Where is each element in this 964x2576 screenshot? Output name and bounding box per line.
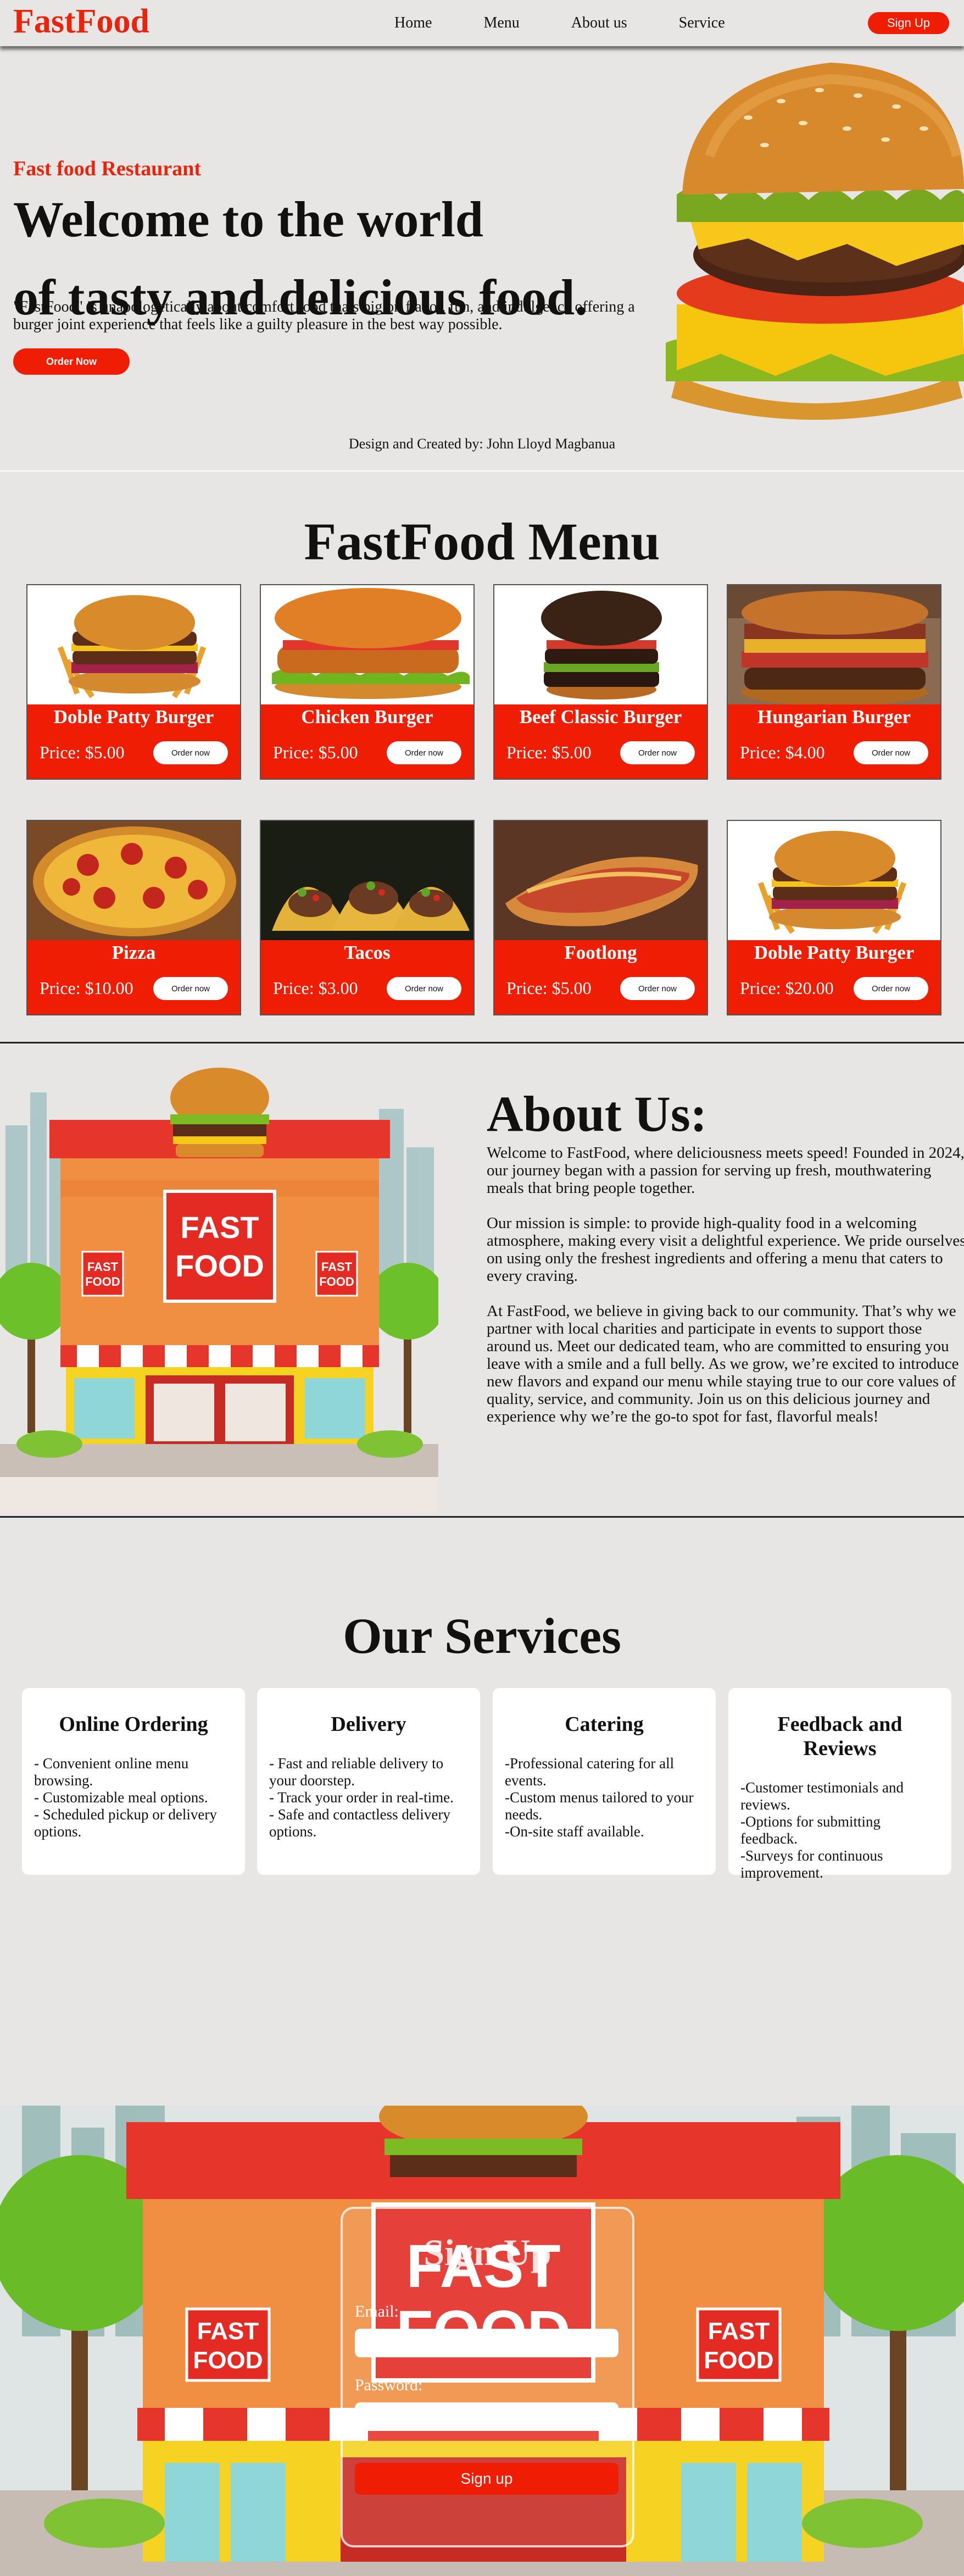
order-now-button[interactable]: Order now [387, 741, 461, 764]
about-paragraph: At FastFood, we believe in giving back t… [487, 1302, 959, 1425]
order-now-button[interactable]: Order now [854, 977, 928, 1000]
password-field[interactable] [355, 2402, 618, 2431]
nav-link-about[interactable]: About us [571, 14, 627, 32]
password-label: Password: [355, 2376, 423, 2394]
menu-item-price: Price: $20.00 [740, 978, 834, 998]
menu-item-price: Price: $4.00 [740, 742, 825, 762]
menu-item-card: Beef Classic Burger Price: $5.00 Order now [493, 584, 708, 780]
hero-subtitle: Fast food Restaurant [13, 157, 201, 180]
about-paragraph: Our mission is simple: to provide high-q… [487, 1214, 964, 1285]
menu-item-image [728, 585, 940, 704]
svg-text:FAST: FAST [180, 1210, 259, 1245]
fast-food-store-illustration: FAST FOOD FAST FOOD FAST FOOD [0, 1059, 438, 1513]
signup-submit-button[interactable]: Sign up [355, 2463, 618, 2495]
menu-item-image [494, 585, 707, 704]
email-field[interactable] [355, 2329, 618, 2357]
menu-item-name: Hungarian Burger [757, 706, 911, 728]
menu-item-card: Footlong Price: $5.00 Order now [493, 820, 708, 1015]
divider [0, 1516, 964, 1518]
logo[interactable]: FastFood [13, 2, 149, 41]
service-card-title: Catering [565, 1713, 644, 1736]
signup-nav-button[interactable]: Sign Up [868, 12, 949, 34]
menu-item-card: Chicken Burger Price: $5.00 Order now [260, 584, 475, 780]
menu-item-name: Footlong [564, 942, 637, 963]
nav-link-home[interactable]: Home [394, 14, 432, 32]
order-now-button[interactable]: Order now [620, 977, 695, 1000]
menu-item-price: Price: $10.00 [40, 978, 133, 998]
service-card-body: -Customer testimonials and reviews. -Opt… [740, 1779, 904, 1881]
service-card-body: -Professional catering for all events. -… [505, 1755, 694, 1840]
order-now-button[interactable]: Order now [620, 741, 695, 764]
menu-item-price: Price: $5.00 [273, 742, 358, 762]
menu-item-price: Price: $5.00 [506, 742, 592, 762]
service-card-title: Feedback and Reviews [777, 1713, 902, 1760]
menu-item-name: Doble Patty Burger [754, 942, 915, 963]
menu-item-image [261, 585, 473, 704]
service-card-title: Delivery [331, 1713, 406, 1736]
service-card-title: Online Ordering [59, 1713, 208, 1736]
order-now-button[interactable]: Order now [387, 977, 461, 1000]
menu-item-price: Price: $5.00 [506, 978, 592, 998]
signup-title: Sign Up [424, 2231, 551, 2273]
svg-text:FOOD: FOOD [175, 1248, 264, 1283]
menu-item-price: Price: $5.00 [40, 742, 125, 762]
menu-item-image [261, 821, 473, 940]
menu-item-card: Hungarian Burger Price: $4.00 Order now [727, 584, 941, 780]
order-now-button[interactable]: Order now [854, 741, 928, 764]
service-card-body: - Fast and reliable delivery to your doo… [269, 1755, 454, 1840]
hero-description: "FastFood" is unapologetically about com… [13, 298, 635, 333]
menu-item-image [728, 821, 940, 940]
menu-item-name: Beef Classic Burger [519, 706, 682, 728]
hero-title-line1: Welcome to the world [13, 191, 483, 247]
menu-item-card: Doble Patty Burger Price: $20.00 Order now [727, 820, 941, 1015]
order-now-button[interactable]: Order now [153, 977, 228, 1000]
svg-text:FOOD: FOOD [85, 1275, 120, 1289]
nav-links: Home Menu About us Service [394, 14, 777, 32]
order-now-button[interactable]: Order Now [13, 348, 130, 375]
nav-link-service[interactable]: Service [679, 14, 725, 32]
service-card-delivery: Delivery - Fast and reliable delivery to… [257, 1688, 480, 1875]
menu-item-image [27, 585, 240, 704]
divider [0, 470, 964, 471]
svg-text:FOOD: FOOD [193, 2347, 263, 2374]
about-text: Welcome to FastFood, where deliciousness… [487, 1144, 964, 1443]
menu-item-name: Chicken Burger [301, 706, 433, 728]
divider [0, 1042, 964, 1043]
nav-link-menu[interactable]: Menu [483, 14, 519, 32]
about-title: About Us: [487, 1086, 707, 1142]
menu-item-price: Price: $3.00 [273, 978, 358, 998]
hero-burger-image [666, 46, 964, 421]
service-card-body: - Convenient online menu browsing. - Cus… [34, 1755, 217, 1840]
menu-title: FastFood Menu [304, 512, 660, 571]
order-now-button[interactable]: Order now [153, 741, 228, 764]
menu-item-card: Doble Patty Burger Price: $5.00 Order now [26, 584, 241, 780]
services-title: Our Services [343, 1608, 621, 1664]
navbar: FastFood Home Menu About us Service Sign… [0, 0, 964, 46]
menu-item-image [27, 821, 240, 940]
svg-text:FAST: FAST [708, 2318, 770, 2345]
svg-text:FAST: FAST [87, 1260, 119, 1274]
svg-text:FOOD: FOOD [319, 1275, 354, 1289]
design-credit: Design and Created by: John Lloyd Magban… [348, 436, 616, 452]
service-card-online-ordering: Online Ordering - Convenient online menu… [22, 1688, 245, 1875]
service-card-catering: Catering -Professional catering for all … [493, 1688, 716, 1875]
menu-item-image [494, 821, 707, 940]
menu-item-name: Pizza [112, 942, 156, 963]
svg-text:FAST: FAST [321, 1260, 353, 1274]
svg-text:FOOD: FOOD [704, 2347, 773, 2374]
svg-text:FAST: FAST [197, 2318, 259, 2345]
menu-item-name: Doble Patty Burger [53, 706, 214, 728]
menu-item-card: Tacos Price: $3.00 Order now [260, 820, 475, 1015]
signup-form: Sign Up Email: Password: Sign up [341, 2207, 634, 2547]
email-label: Email: [355, 2302, 399, 2320]
service-card-feedback: Feedback and Reviews -Customer testimoni… [728, 1688, 951, 1881]
about-paragraph: Welcome to FastFood, where deliciousness… [487, 1144, 964, 1197]
menu-item-name: Tacos [344, 942, 391, 963]
menu-item-card: Pizza Price: $10.00 Order now [26, 820, 241, 1015]
